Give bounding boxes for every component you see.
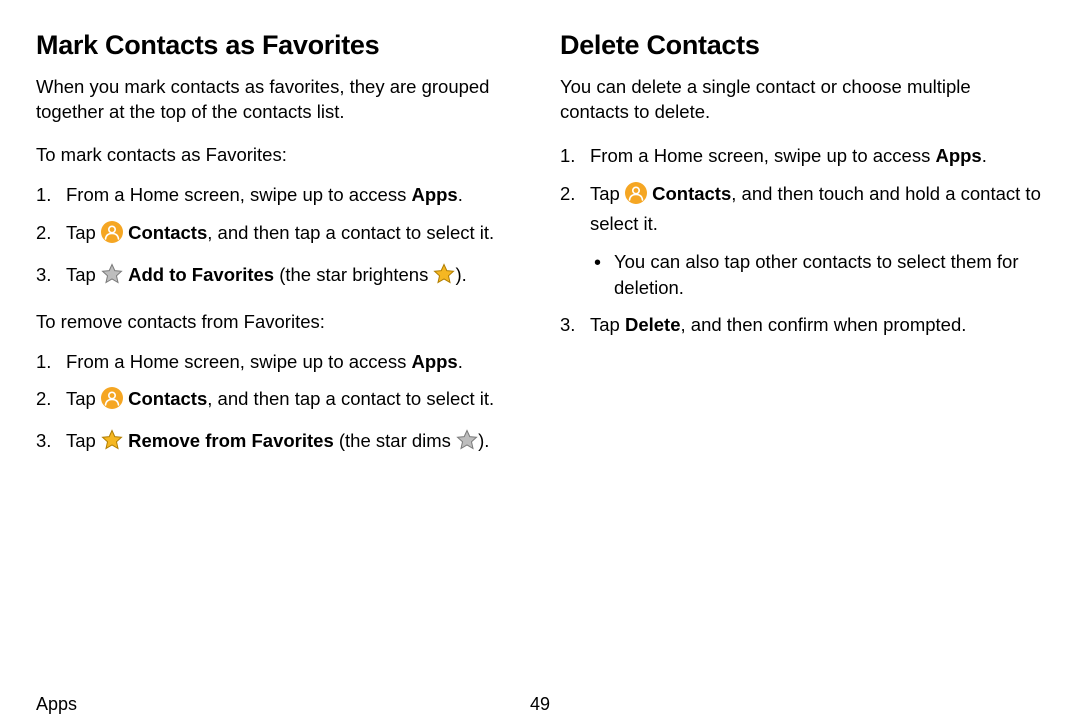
bold-contacts: Contacts: [128, 388, 207, 409]
bold-contacts: Contacts: [652, 183, 731, 204]
text: Tap: [66, 430, 101, 451]
text: (the star brightens: [274, 264, 433, 285]
text: From a Home screen, swipe up to access: [66, 351, 411, 372]
text: .: [458, 351, 463, 372]
step-remove-2: Tap Contacts, and then tap a contact to …: [36, 386, 520, 416]
contacts-icon: [101, 387, 123, 416]
text: , and then confirm when prompted.: [681, 314, 967, 335]
step-delete-2: Tap Contacts, and then touch and hold a …: [560, 181, 1044, 301]
text: .: [982, 145, 987, 166]
contacts-icon: [101, 221, 123, 250]
bold-apps: Apps: [935, 145, 981, 166]
text: From a Home screen, swipe up to access: [590, 145, 935, 166]
contacts-icon: [625, 182, 647, 211]
sub-delete-1: You can also tap other contacts to selec…: [590, 249, 1044, 301]
steps-remove: From a Home screen, swipe up to access A…: [36, 349, 520, 459]
left-column: Mark Contacts as Favorites When you mark…: [36, 30, 520, 476]
star-gold-icon: [433, 263, 455, 292]
step-delete-1: From a Home screen, swipe up to access A…: [560, 143, 1044, 169]
star-gold-icon: [101, 429, 123, 458]
text: Tap: [590, 314, 625, 335]
bold-contacts: Contacts: [128, 222, 207, 243]
bold-remove-fav: Remove from Favorites: [128, 430, 334, 451]
heading-mark-favorites: Mark Contacts as Favorites: [36, 30, 520, 61]
text: (the star dims: [334, 430, 456, 451]
step-delete-3: Tap Delete, and then confirm when prompt…: [560, 312, 1044, 338]
text: From a Home screen, swipe up to access: [66, 184, 411, 205]
text: , and then tap a contact to select it.: [207, 222, 494, 243]
step-mark-1: From a Home screen, swipe up to access A…: [36, 182, 520, 208]
text: Tap: [66, 222, 101, 243]
steps-mark: From a Home screen, swipe up to access A…: [36, 182, 520, 292]
text: , and then tap a contact to select it.: [207, 388, 494, 409]
text: ).: [478, 430, 489, 451]
footer-page-number: 49: [530, 694, 550, 715]
bold-add-fav: Add to Favorites: [128, 264, 274, 285]
step-remove-3: Tap Remove from Favorites (the star dims…: [36, 428, 520, 458]
steps-delete: From a Home screen, swipe up to access A…: [560, 143, 1044, 338]
step-mark-3: Tap Add to Favorites (the star brightens…: [36, 262, 520, 292]
star-grey-icon: [456, 429, 478, 458]
step-mark-2: Tap Contacts, and then tap a contact to …: [36, 220, 520, 250]
page-content: Mark Contacts as Favorites When you mark…: [0, 0, 1080, 476]
bold-apps: Apps: [411, 351, 457, 372]
footer-section-label: Apps: [36, 694, 77, 715]
lead-remove: To remove contacts from Favorites:: [36, 310, 520, 335]
step-remove-1: From a Home screen, swipe up to access A…: [36, 349, 520, 375]
bold-delete: Delete: [625, 314, 681, 335]
star-grey-icon: [101, 263, 123, 292]
text: ).: [455, 264, 466, 285]
text: Tap: [66, 264, 101, 285]
intro-mark-favorites: When you mark contacts as favorites, the…: [36, 75, 520, 125]
right-column: Delete Contacts You can delete a single …: [560, 30, 1044, 476]
bold-apps: Apps: [411, 184, 457, 205]
lead-mark: To mark contacts as Favorites:: [36, 143, 520, 168]
intro-delete: You can delete a single contact or choos…: [560, 75, 1044, 125]
text: Tap: [66, 388, 101, 409]
heading-delete: Delete Contacts: [560, 30, 1044, 61]
text: .: [458, 184, 463, 205]
text: Tap: [590, 183, 625, 204]
sublist-delete: You can also tap other contacts to selec…: [590, 249, 1044, 301]
